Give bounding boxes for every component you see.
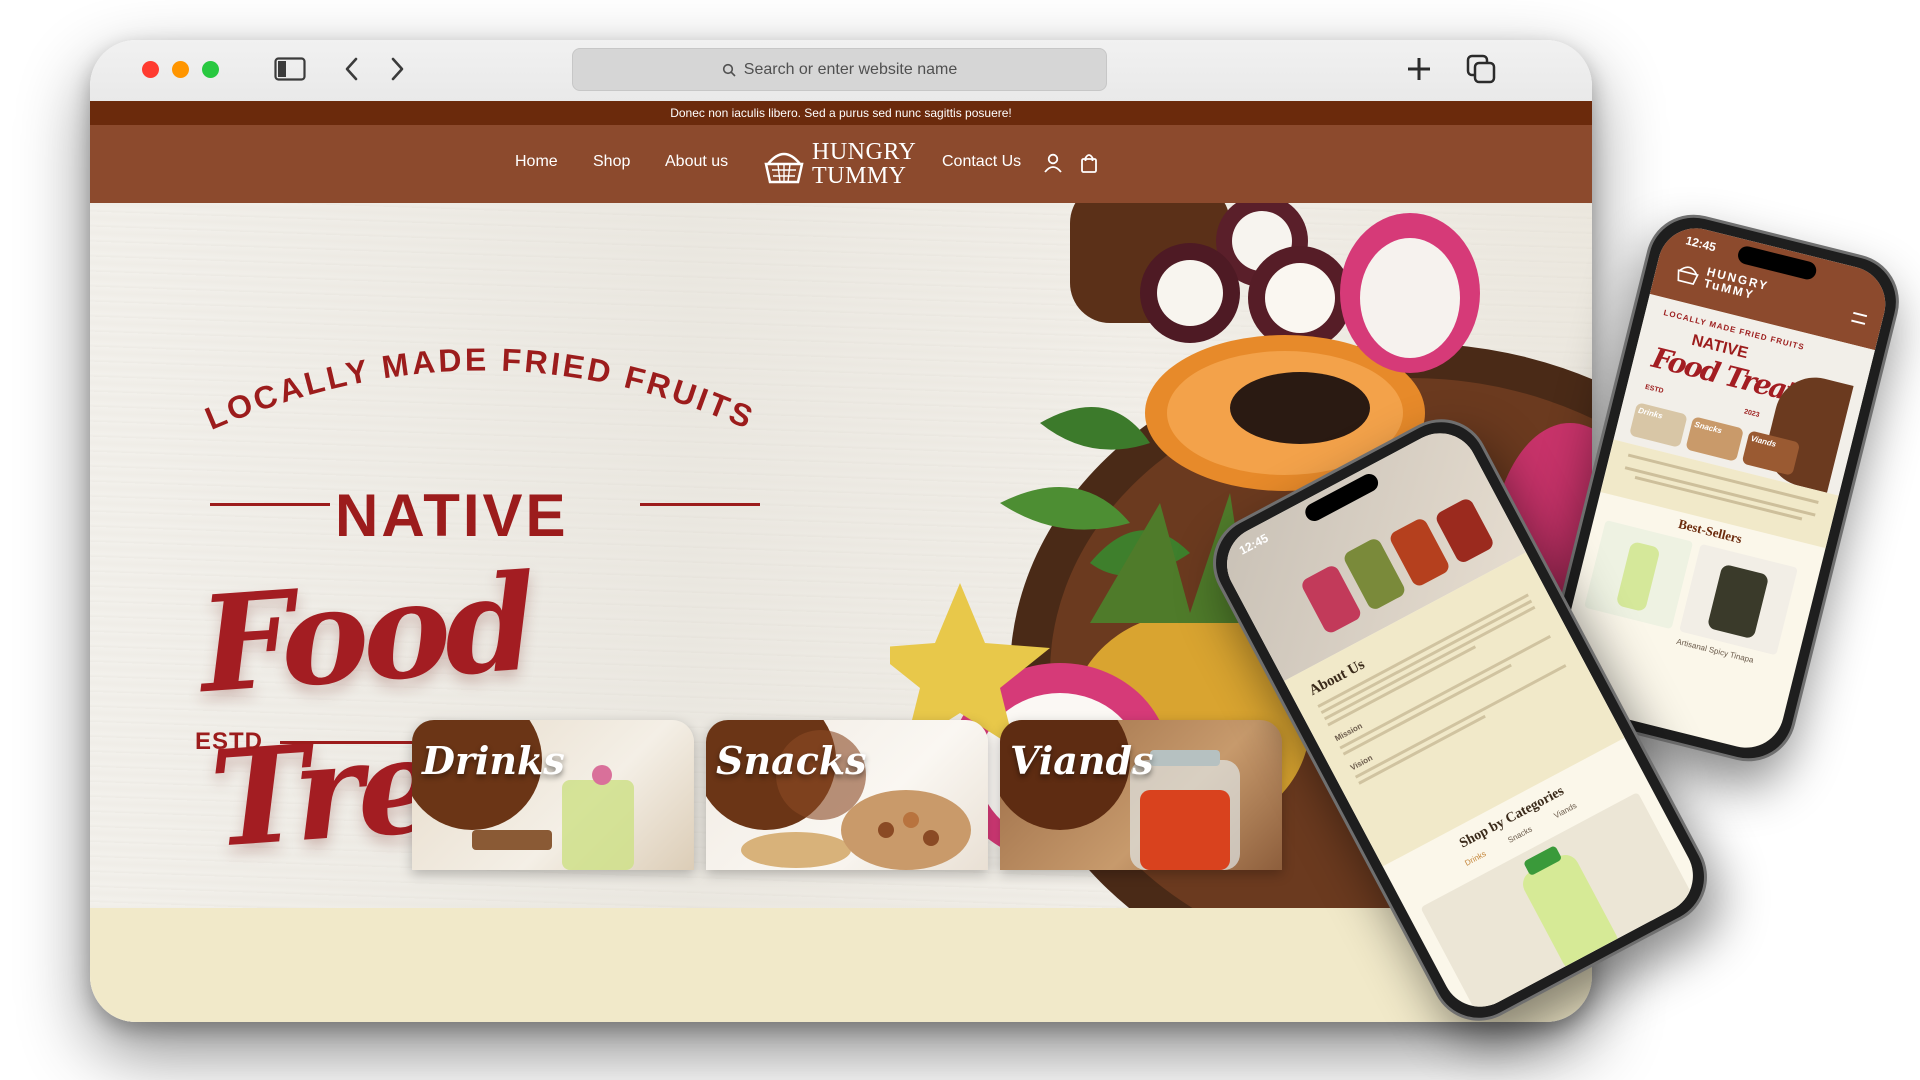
shopping-bag-icon[interactable] [1078, 152, 1100, 174]
forward-arrow-icon[interactable] [380, 54, 414, 84]
sidebar-toggle-icon[interactable] [273, 54, 307, 84]
search-icon [722, 63, 736, 77]
mobile-back-category-snacks[interactable]: Snacks [1685, 416, 1745, 462]
native-rule-left [210, 503, 330, 506]
nav-about-link[interactable]: About us [665, 153, 728, 171]
address-placeholder: Search or enter website name [743, 60, 958, 78]
site-logo[interactable]: HUNGRY TUMMY [762, 137, 922, 191]
mobile-back-category-drinks[interactable]: Drinks [1629, 402, 1688, 448]
hero-estd-label: ESTD [195, 728, 264, 755]
basket-logo-icon [764, 152, 804, 184]
category-title-drinks: Drinks [422, 738, 565, 783]
mobile-front-tab-viands[interactable]: Viands [1552, 801, 1578, 821]
category-card-snacks[interactable]: Snacks [706, 720, 988, 870]
hero-tagline: LOCALLY MADE FRIED FRUITS [200, 341, 761, 436]
maximize-window-button[interactable] [202, 61, 219, 78]
address-bar[interactable]: Search or enter website name [572, 48, 1107, 91]
browser-toolbar: Search or enter website name [90, 40, 1592, 101]
category-card-viands[interactable]: Viands [1000, 720, 1282, 870]
mobile-back-product-1[interactable] [1584, 520, 1694, 630]
hero-native: NATIVE [335, 482, 569, 549]
site-header: Home Shop About us HUNGRY TUMMY Contact … [90, 125, 1592, 203]
nav-home-link[interactable]: Home [515, 153, 558, 171]
mobile-back-estd-year: 2023 [1743, 408, 1761, 419]
category-card-drinks[interactable]: Drinks [412, 720, 694, 870]
basket-logo-icon [1677, 266, 1699, 285]
hero-headline: LOCALLY MADE FRIED FRUITS NATIVE Food Tr… [185, 298, 785, 878]
logo-line-2: TUMMY [812, 163, 907, 189]
mobile-back-product-2[interactable] [1679, 543, 1798, 656]
native-rule-right [640, 503, 760, 506]
category-title-viands: Viands [1010, 738, 1154, 783]
announcement-bar: Donec non iaculis libero. Sed a purus se… [90, 101, 1592, 125]
tab-overview-icon[interactable] [1464, 54, 1498, 84]
mobile-front-time: 12:45 [1236, 530, 1271, 558]
categories-strip [90, 908, 1592, 1022]
close-window-button[interactable] [142, 61, 159, 78]
announcement-text: Donec non iaculis libero. Sed a purus se… [670, 106, 1012, 120]
nav-contact-link[interactable]: Contact Us [942, 153, 1021, 171]
back-arrow-icon[interactable] [335, 54, 369, 84]
minimize-window-button[interactable] [172, 61, 189, 78]
logo-line-1: HUNGRY [812, 139, 917, 165]
hamburger-menu-icon[interactable] [1851, 311, 1868, 325]
nav-shop-link[interactable]: Shop [593, 153, 630, 171]
mobile-front-tab-drinks[interactable]: Drinks [1463, 849, 1488, 868]
mobile-back-estd-label: ESTD [1644, 383, 1665, 396]
svg-text:LOCALLY MADE FRIED FRUITS: LOCALLY MADE FRIED FRUITS [200, 341, 761, 436]
new-tab-icon[interactable] [1402, 54, 1436, 84]
account-icon[interactable] [1042, 152, 1064, 174]
category-title-snacks: Snacks [716, 738, 867, 783]
mobile-back-time: 12:45 [1684, 233, 1718, 255]
